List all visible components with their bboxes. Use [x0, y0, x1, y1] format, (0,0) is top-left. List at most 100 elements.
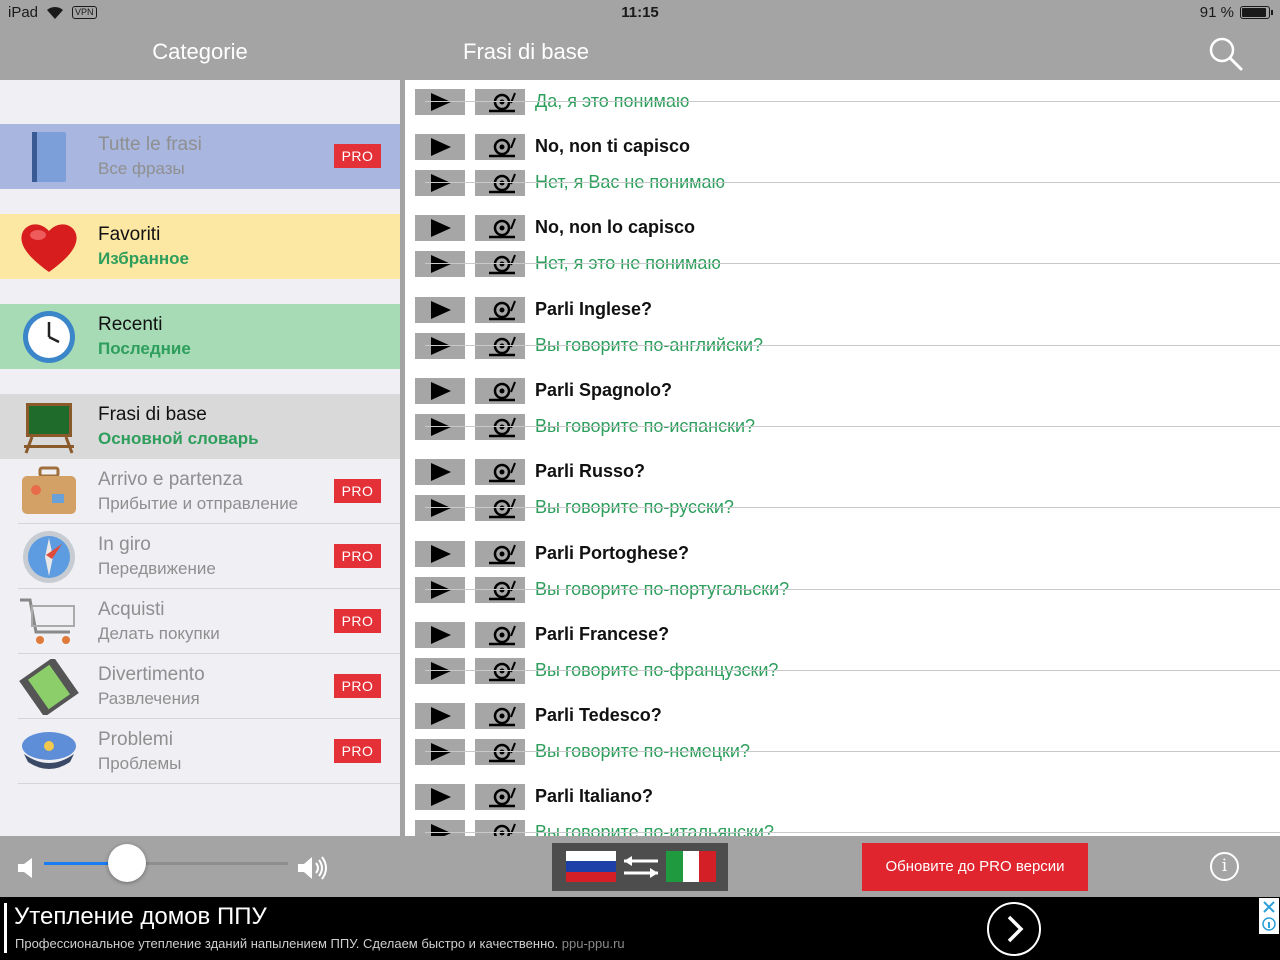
battery-icon	[1240, 6, 1273, 19]
play-button[interactable]	[415, 703, 465, 730]
suitcase-icon	[22, 466, 76, 514]
status-time: 11:15	[621, 4, 659, 21]
play-button[interactable]	[415, 377, 465, 404]
category-getting-around[interactable]: In giro Передвижение PRO	[0, 524, 400, 589]
upgrade-pro-button[interactable]: Обновите до PRO версии	[862, 843, 1088, 891]
play-button[interactable]	[415, 215, 465, 242]
category-title: Arrivo e partenza	[98, 469, 243, 490]
slow-play-button[interactable]	[475, 540, 525, 567]
compass-icon	[23, 531, 75, 583]
battery-percent: 91 %	[1199, 4, 1234, 21]
phrase-original: Parli Russo?	[535, 461, 646, 482]
category-arrival-departure[interactable]: Arrivo e partenza Прибытие и отправление…	[0, 459, 400, 524]
phrase-list[interactable]: Да, я это понимаю No, non ti capisco Нет,…	[405, 80, 1280, 836]
italy-flag-icon	[666, 851, 716, 882]
category-subtitle: Делать покупки	[98, 624, 220, 643]
pro-badge: PRO	[334, 609, 381, 633]
snail-icon	[489, 788, 516, 808]
volume-slider-thumb[interactable]	[107, 844, 146, 882]
phrase-row: Да, я это понимаю	[405, 80, 1280, 115]
category-title: Divertimento	[98, 664, 205, 685]
nav-bar: Categorie Frasi di base	[0, 26, 1280, 80]
snail-icon	[489, 300, 516, 320]
category-problems[interactable]: Problemi Проблемы PRO	[0, 719, 400, 784]
snail-icon	[489, 544, 516, 564]
slow-play-button[interactable]	[475, 784, 525, 811]
snail-icon	[489, 381, 516, 402]
phrase-row: No, non lo capisco Нет, я это не понимаю	[405, 183, 1280, 278]
category-basic-phrases[interactable]: Frasi di base Основной словарь	[0, 394, 400, 459]
pro-badge: PRO	[334, 479, 381, 503]
category-sidebar: Tutte le frasi Все фразы PRO Favoriti Из…	[0, 80, 400, 836]
category-all-phrases[interactable]: Tutte le frasi Все фразы PRO	[0, 124, 400, 189]
category-subtitle: Все фразы	[98, 159, 185, 178]
play-icon	[431, 824, 451, 836]
play-button[interactable]	[415, 134, 465, 160]
phrase-original: Parli Portoghese?	[535, 542, 690, 563]
ad-description: Профессиональное утепление зданий напыле…	[15, 936, 625, 951]
shopping-cart-icon	[20, 598, 75, 644]
snail-icon	[489, 625, 516, 646]
play-icon	[431, 219, 451, 238]
phrase-row: Parli Italiano? Вы говорите по-итальянски…	[405, 752, 1280, 836]
pro-badge: PRO	[334, 739, 381, 763]
play-button[interactable]	[415, 621, 465, 648]
category-title: Acquisti	[98, 599, 165, 620]
phrase-row: Parli Francese? Вы говорите по-французски…	[405, 590, 1280, 684]
ad-banner[interactable]: Утепление домов ППУ Профессиональное уте…	[0, 897, 1280, 960]
play-icon	[431, 544, 451, 563]
slow-play-button[interactable]	[475, 377, 525, 404]
category-title: Tutte le frasi	[98, 134, 202, 155]
pro-badge: PRO	[334, 674, 381, 698]
phrase-original: Parli Italiano?	[535, 786, 654, 807]
search-icon[interactable]	[1206, 34, 1246, 74]
play-icon	[431, 788, 451, 807]
snail-icon	[489, 137, 516, 158]
play-button[interactable]	[415, 540, 465, 567]
category-recent[interactable]: Recenti Последние	[0, 304, 400, 369]
chevron-right-icon	[1007, 915, 1024, 943]
category-entertainment[interactable]: Divertimento Развлечения PRO	[0, 654, 400, 719]
film-icon	[19, 659, 79, 715]
category-subtitle: Прибытие и отправление	[98, 494, 299, 513]
play-icon	[431, 707, 451, 726]
phrase-row: Parli Spagnolo? Вы говорите по-испански?	[405, 346, 1280, 440]
snail-icon	[493, 824, 516, 836]
slow-play-button[interactable]	[475, 459, 525, 486]
category-subtitle: Последние	[98, 339, 191, 358]
ad-choices-icon[interactable]	[1259, 898, 1279, 934]
info-icon[interactable]: i	[1210, 852, 1239, 881]
book-icon	[32, 132, 66, 182]
clock-icon	[23, 311, 75, 363]
slow-play-button[interactable]	[475, 703, 525, 730]
category-subtitle: Передвижение	[98, 559, 216, 578]
phrase-row: Parli Inglese? Вы говорите по-английски?	[405, 265, 1280, 359]
play-icon	[431, 625, 451, 644]
play-button[interactable]	[415, 296, 465, 323]
phrase-original: No, non lo capisco	[535, 217, 696, 238]
category-title: Recenti	[98, 314, 163, 335]
category-favorites[interactable]: Favoriti Избранное	[0, 214, 400, 279]
volume-slider[interactable]	[44, 862, 288, 865]
volume-high-icon	[298, 856, 327, 880]
ad-title[interactable]: Утепление домов ППУ	[14, 903, 267, 931]
play-translation-button[interactable]	[415, 820, 465, 836]
slow-play-button[interactable]	[475, 134, 525, 160]
category-subtitle: Проблемы	[98, 754, 182, 773]
phrase-row: Parli Tedesco? Вы говорите по-немецки?	[405, 671, 1280, 766]
phrase-row: Parli Russo? Вы говорите по-русски?	[405, 427, 1280, 522]
play-button[interactable]	[415, 784, 465, 811]
ad-open-button[interactable]	[987, 902, 1041, 956]
slow-play-button[interactable]	[475, 621, 525, 648]
language-switch-button[interactable]	[552, 843, 728, 891]
russia-flag-icon	[566, 851, 616, 882]
category-shopping[interactable]: Acquisti Делать покупки PRO	[0, 589, 400, 654]
phrase-original: No, non ti capisco	[535, 136, 691, 156]
slow-play-translation-button[interactable]	[475, 820, 525, 836]
pro-badge: PRO	[334, 544, 381, 568]
slow-play-button[interactable]	[475, 215, 525, 242]
play-button[interactable]	[415, 459, 465, 486]
category-title: Favoriti	[98, 224, 161, 245]
slow-play-button[interactable]	[475, 296, 525, 323]
category-title: Problemi	[98, 729, 173, 750]
